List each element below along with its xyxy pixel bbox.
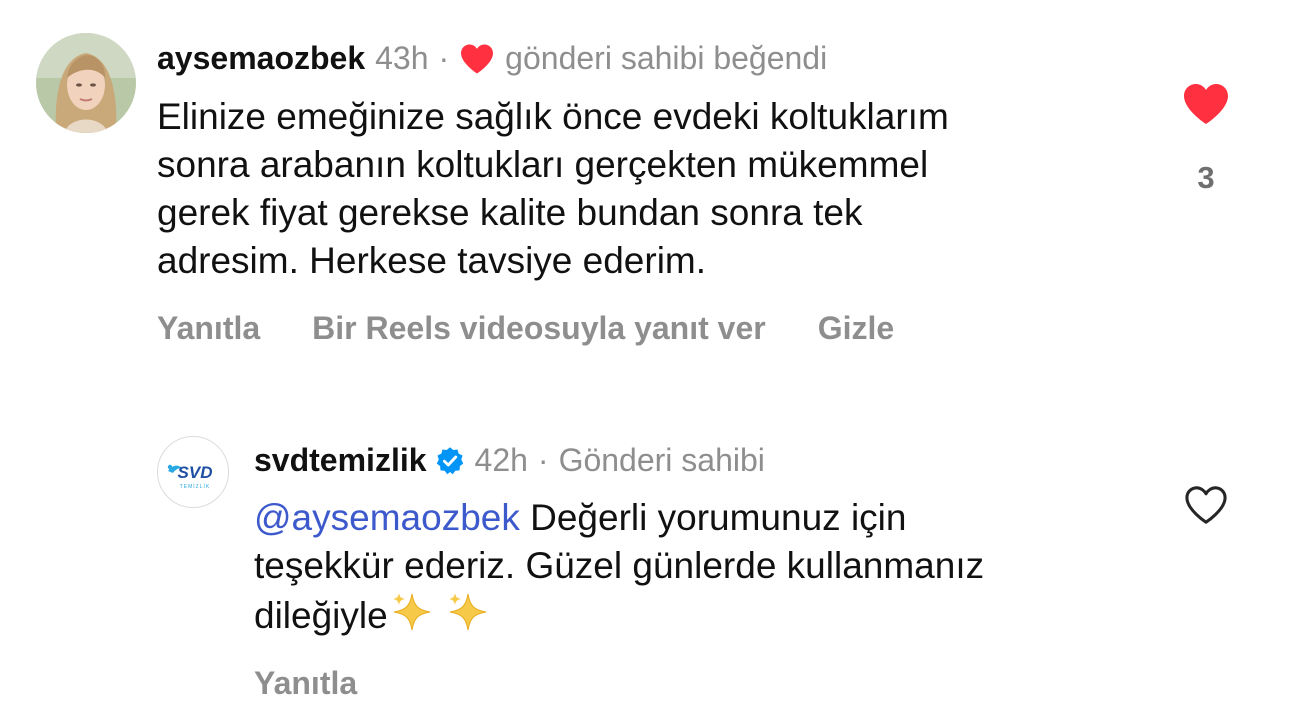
comment-line: sonra arabanın koltukları gerçekten müke…: [157, 144, 929, 185]
like-button[interactable]: [1181, 82, 1231, 131]
verified-badge-icon: [436, 446, 463, 474]
comment-line: adresim. Herkese tavsiye ederim.: [157, 240, 707, 281]
sparkles-icon: [390, 590, 492, 646]
separator-dot: ·: [438, 40, 450, 76]
comment-text: Elinize emeğinize sağlık önce evdeki kol…: [157, 93, 949, 285]
reels-reply-button[interactable]: Bir Reels videosuyla yanıt ver: [312, 310, 766, 347]
reply-button[interactable]: Yanıtla: [157, 310, 260, 347]
comment-time: 43h: [375, 40, 429, 76]
comment-username[interactable]: aysemaozbek: [157, 40, 365, 77]
reply-time: 42h: [474, 442, 528, 478]
separator-dot: ·: [537, 442, 549, 478]
reply-actions: Yanıtla: [254, 665, 357, 702]
like-count[interactable]: 3: [1176, 160, 1236, 196]
reply-username[interactable]: svdtemizlik: [254, 442, 427, 479]
heart-filled-icon: [1184, 84, 1228, 124]
logo-text: SVD: [178, 463, 213, 482]
avatar[interactable]: [36, 33, 136, 133]
avatar[interactable]: SVD TEMİZLİK: [157, 436, 229, 508]
svd-logo: SVD TEMİZLİK: [167, 463, 213, 490]
reply-button[interactable]: Yanıtla: [254, 665, 357, 702]
mention-link[interactable]: @aysemaozbek: [254, 497, 520, 538]
heart-outline-icon: [1185, 486, 1227, 524]
author-role-label: Gönderi sahibi: [558, 442, 765, 478]
hide-button[interactable]: Gizle: [818, 310, 894, 347]
reply-line-3-text: dileğiyle: [254, 595, 388, 636]
like-button[interactable]: [1182, 484, 1230, 531]
reply-line-1-text: Değerli yorumunuz için: [519, 497, 907, 538]
comment-line: gerek fiyat gerekse kalite bundan sonra …: [157, 192, 863, 233]
reply-line-2: teşekkür ederiz. Güzel günlerde kullanma…: [254, 545, 985, 586]
reply-line-3: dileğiyle: [254, 590, 984, 646]
logo-subtext: TEMİZLİK: [180, 483, 211, 490]
reply-text: @aysemaozbek Değerli yorumunuz için teşe…: [254, 494, 984, 646]
comment-actions: Yanıtla Bir Reels videosuyla yanıt ver G…: [157, 310, 894, 347]
comment-line: Elinize emeğinize sağlık önce evdeki kol…: [157, 96, 949, 137]
comment-header: aysemaozbek 43h · gönderi sahibi beğendi: [157, 40, 827, 77]
profile-photo: [36, 33, 136, 133]
reply-header: svdtemizlik 42h · Gönderi sahibi: [254, 442, 765, 479]
heart-filled-icon: [461, 43, 494, 74]
reply-line-1: @aysemaozbek Değerli yorumunuz için: [254, 494, 984, 542]
liked-by-author-note: gönderi sahibi beğendi: [505, 40, 828, 76]
